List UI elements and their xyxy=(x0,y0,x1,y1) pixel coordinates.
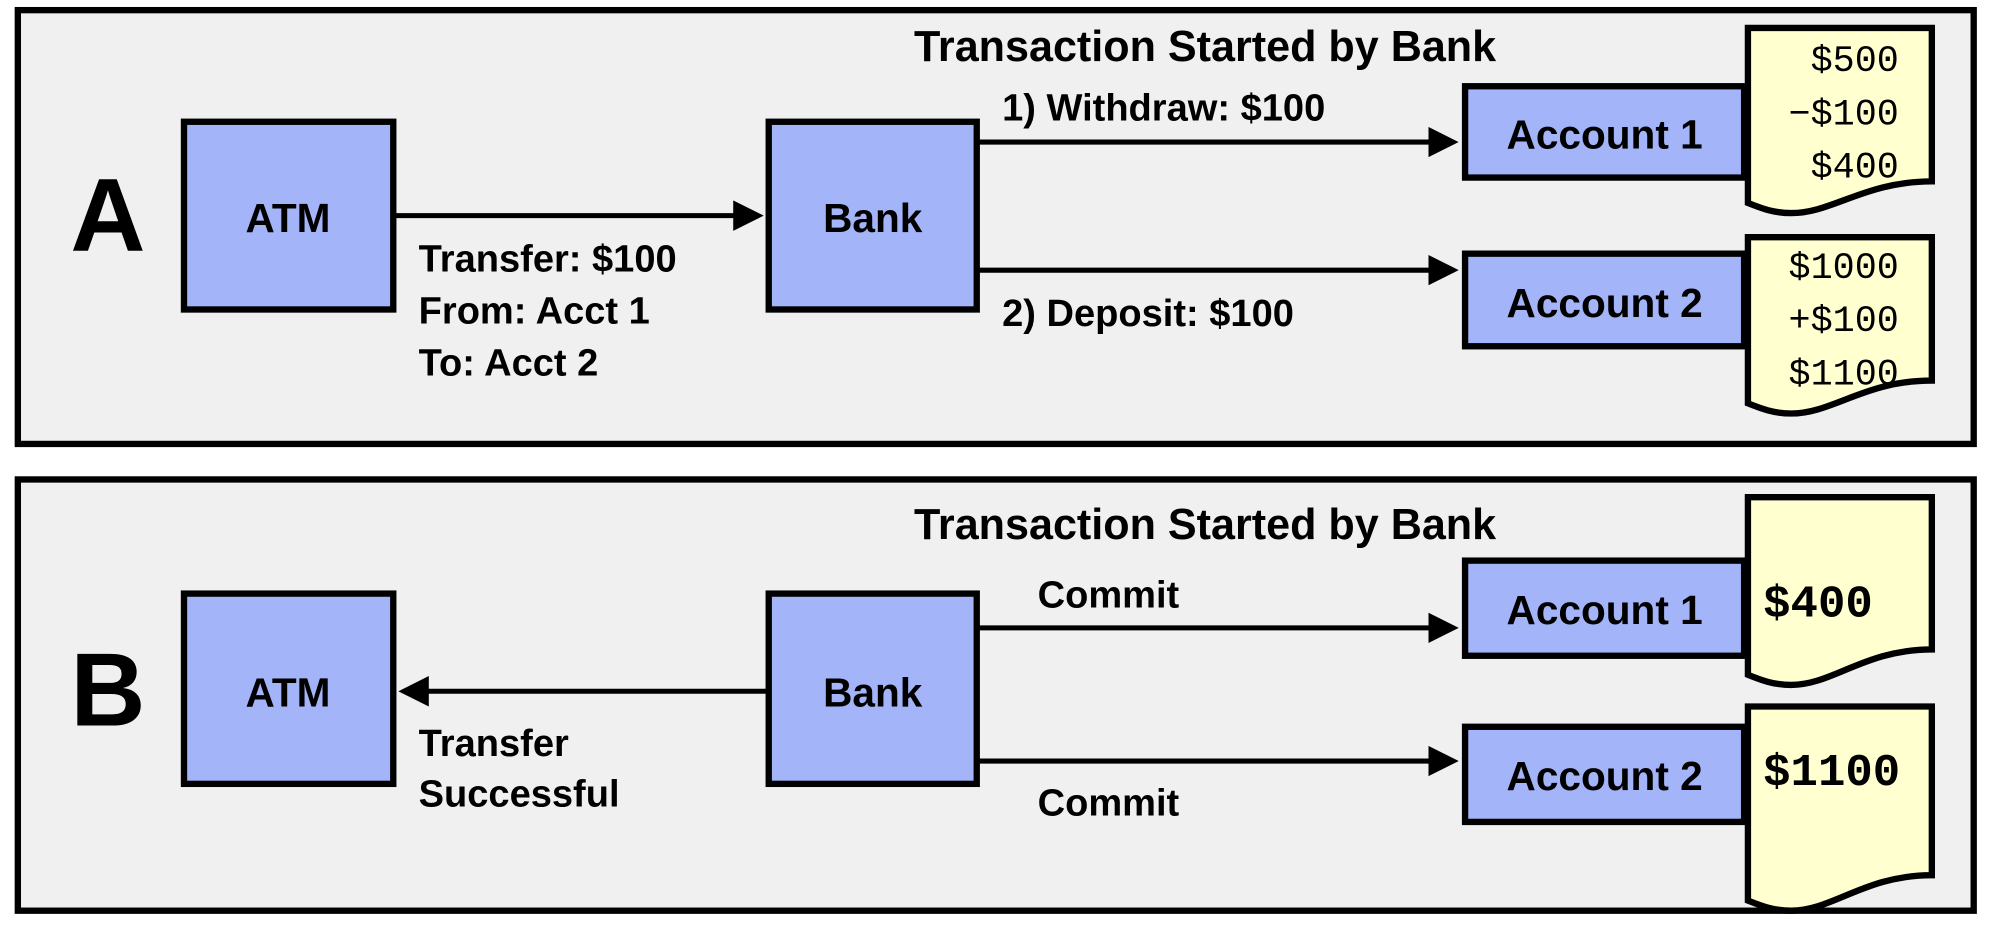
account-2-node: Account 2 xyxy=(1461,723,1748,826)
ledger-balance: $400 xyxy=(1763,578,1873,630)
commit-label-1: Commit xyxy=(1038,575,1180,617)
withdraw-label: 1) Withdraw: $100 xyxy=(1002,87,1325,129)
commit-label-2: Commit xyxy=(1038,783,1180,825)
atm-label: ATM xyxy=(246,195,331,241)
request-line-3: To: Acct 2 xyxy=(419,342,599,384)
response-line-2: Successful xyxy=(419,774,620,816)
request-line-1: Transfer: $100 xyxy=(419,238,677,280)
deposit-label: 2) Deposit: $100 xyxy=(1002,293,1294,335)
document-icon xyxy=(1744,703,1936,914)
ledger-entry: $1100 xyxy=(1789,354,1899,396)
account-2-ledger: $1100 xyxy=(1744,703,1936,914)
ledger-entry: +$100 xyxy=(1789,301,1899,343)
panel-b-label: B xyxy=(70,633,145,749)
ledger-entry: $1000 xyxy=(1789,248,1899,290)
atm-node: ATM xyxy=(180,590,397,788)
response-line-1: Transfer xyxy=(419,723,569,765)
ledger-entry: $400 xyxy=(1811,148,1899,190)
bank-label: Bank xyxy=(823,195,923,241)
account-1-node: Account 1 xyxy=(1461,557,1748,659)
account-2-label: Account 2 xyxy=(1507,753,1703,799)
account-1-label: Account 1 xyxy=(1507,111,1703,157)
ledger-balance: $1100 xyxy=(1763,747,1900,799)
bank-label: Bank xyxy=(823,669,923,715)
ledger-entry: −$100 xyxy=(1789,94,1899,136)
request-line-2: From: Acct 1 xyxy=(419,290,650,332)
account-1-ledger: $500 −$100 $400 xyxy=(1744,24,1936,217)
panel-a-label: A xyxy=(70,158,145,274)
panel-a: A Transaction Started by Bank ATM Bank T… xyxy=(14,6,1977,448)
bank-node: Bank xyxy=(765,118,980,313)
atm-node: ATM xyxy=(180,118,397,313)
account-2-label: Account 2 xyxy=(1507,280,1703,326)
account-1-node: Account 1 xyxy=(1461,83,1748,181)
transaction-diagram: A Transaction Started by Bank ATM Bank T… xyxy=(14,6,1977,914)
panel-b: B Transaction Started by Bank ATM Bank T… xyxy=(14,476,1977,914)
panel-a-title: Transaction Started by Bank xyxy=(914,23,1497,71)
atm-label: ATM xyxy=(246,669,331,715)
panel-b-title: Transaction Started by Bank xyxy=(914,501,1497,549)
bank-node: Bank xyxy=(765,590,980,788)
account-1-label: Account 1 xyxy=(1507,587,1703,633)
ledger-entry: $500 xyxy=(1811,41,1899,83)
account-2-node: Account 2 xyxy=(1461,250,1748,350)
